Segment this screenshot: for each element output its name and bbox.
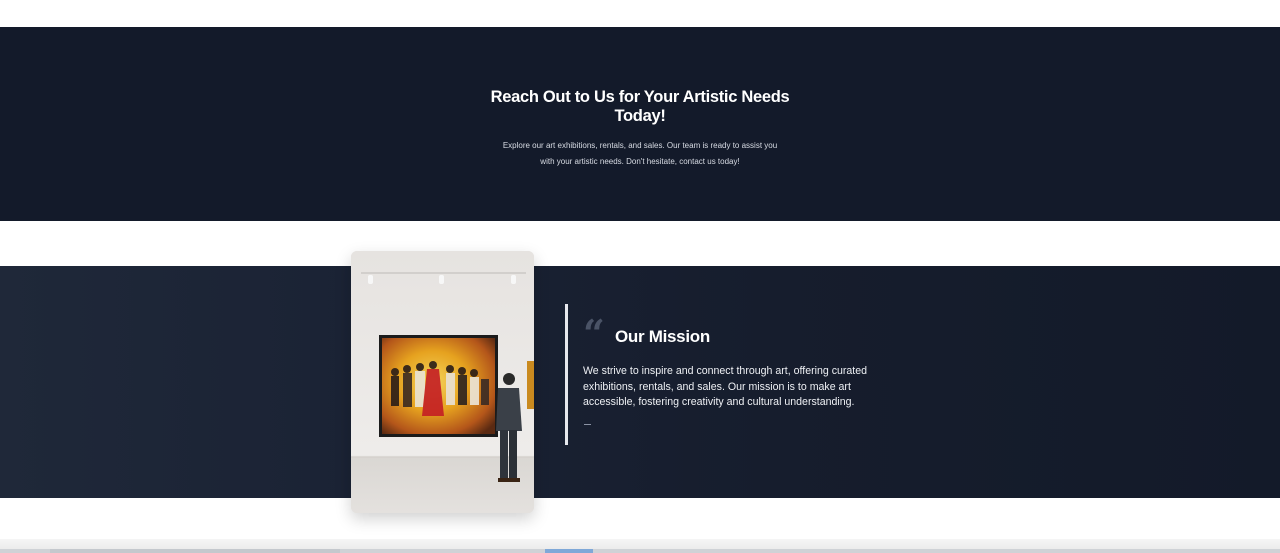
scrollbar-track-segment (50, 549, 340, 553)
quote-accent-bar (565, 304, 568, 445)
mission-description: We strive to inspire and connect through… (583, 365, 868, 409)
page: Reach Out to Us for Your Artistic Needs … (0, 0, 1280, 553)
gallery-image-card (351, 251, 534, 513)
quote-icon: “ (583, 311, 605, 356)
horizontal-scrollbar[interactable] (0, 549, 1280, 553)
scrollbar-thumb[interactable] (545, 549, 593, 553)
mission-title: Our Mission (615, 327, 710, 346)
cta-description: Explore our art exhibitions, rentals, an… (502, 141, 778, 166)
cta-title: Reach Out to Us for Your Artistic Needs … (490, 88, 790, 125)
gallery-image (351, 251, 534, 513)
mission-divider (584, 424, 591, 425)
